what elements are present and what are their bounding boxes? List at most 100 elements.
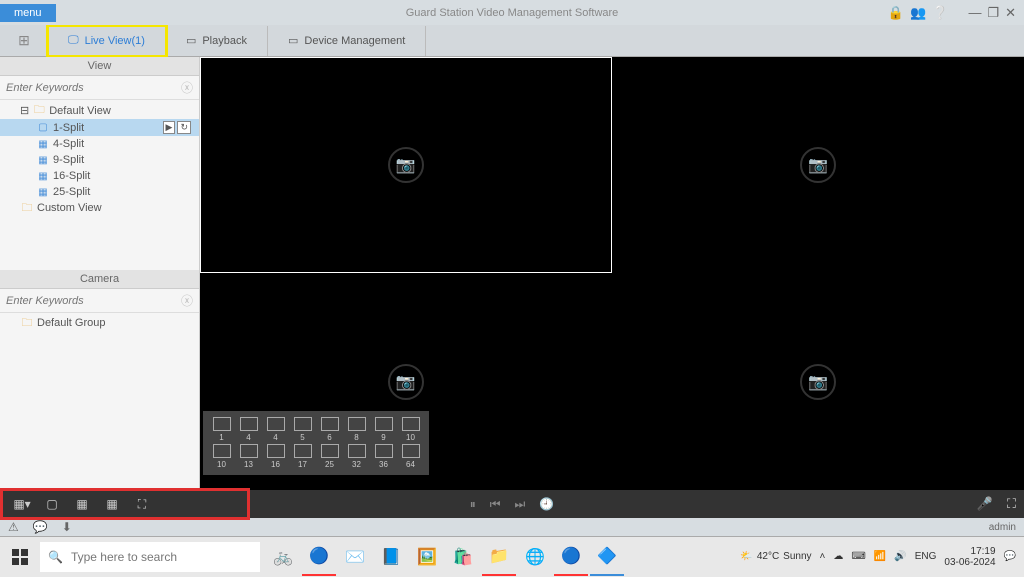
app-chrome[interactable]: 🔵 xyxy=(302,538,336,576)
tab-label: Device Management xyxy=(304,35,405,47)
playback-icon: ▭ xyxy=(186,34,196,47)
bottom-toolbar: ▦▾ ▢ ▦ ▦ ⛶ ⏸ ⏮ ⏭ 🕘 🎤 ⛶ xyxy=(0,490,1024,518)
row-actions: ▶ ↻ xyxy=(163,121,195,134)
next-icon[interactable]: ⏭ xyxy=(515,497,526,512)
prev-icon[interactable]: ⏮ xyxy=(490,497,501,512)
pause-icon[interactable]: ⏸ xyxy=(470,497,476,512)
expand-icon[interactable]: ⛶ xyxy=(1007,496,1016,512)
help-icon[interactable]: ❔ xyxy=(932,5,948,21)
layout-2x2-button[interactable]: ▦ xyxy=(67,493,97,515)
tab-device-management[interactable]: ▭ Device Management xyxy=(268,26,426,56)
notification-icon[interactable]: 💬 xyxy=(1004,551,1016,562)
layout-17[interactable]: 17 xyxy=(290,444,315,469)
folder-icon: 🗀 xyxy=(32,105,46,117)
video-pane-1[interactable]: 📷 xyxy=(200,57,612,273)
app-photos[interactable]: 🖼️ xyxy=(410,538,444,576)
clear-icon[interactable]: ⓧ xyxy=(181,292,193,309)
video-pane-2[interactable]: 📷 xyxy=(613,57,1024,273)
app-bike[interactable]: 🚲 xyxy=(266,538,300,576)
tree-label: 25-Split xyxy=(53,186,90,198)
app-mail[interactable]: ✉️ xyxy=(338,538,372,576)
close-icon[interactable]: ✕ xyxy=(1005,5,1016,21)
start-button[interactable] xyxy=(0,537,40,577)
users-icon[interactable]: 👥 xyxy=(910,5,926,21)
tree-label: Default Group xyxy=(37,317,105,329)
grid-icon: ▦ xyxy=(36,186,50,198)
layout-3x3-button[interactable]: ▦ xyxy=(97,493,127,515)
grid-icon: ▦ xyxy=(36,138,50,150)
view-panel-head: View xyxy=(0,57,199,76)
app-store[interactable]: 🛍️ xyxy=(446,538,480,576)
tree-label: Custom View xyxy=(37,202,102,214)
window-title: Guard Station Video Management Software xyxy=(406,7,619,19)
layout-8[interactable]: 8 xyxy=(344,417,369,442)
layout-4b[interactable]: 4 xyxy=(263,417,288,442)
taskbar-search[interactable]: 🔍 Type here to search xyxy=(40,542,260,572)
language-indicator[interactable]: ENG xyxy=(915,551,937,562)
volume-icon[interactable]: 🔊 xyxy=(894,551,906,562)
alert-icon[interactable]: ⚠ xyxy=(8,520,19,534)
tab-label: Playback xyxy=(202,35,247,47)
weather-cond: Sunny xyxy=(783,551,811,562)
view-tree: ⊟ 🗀 Default View ▢ 1-Split ▶ ↻ ▦ 4-Split xyxy=(0,100,199,218)
wifi-icon[interactable]: 📶 xyxy=(874,551,886,562)
fullscreen-button[interactable]: ⛶ xyxy=(127,493,157,515)
keyboard-icon[interactable]: ⌨ xyxy=(851,551,865,562)
layout-5[interactable]: 5 xyxy=(290,417,315,442)
clock-icon[interactable]: 🕘 xyxy=(539,497,554,512)
chat-icon[interactable]: 💬 xyxy=(33,520,48,534)
app-guard[interactable]: 🔷 xyxy=(590,538,624,576)
tab-playback[interactable]: ▭ Playback xyxy=(166,26,268,56)
layout-10b[interactable]: 10 xyxy=(209,444,234,469)
layout-4a[interactable]: 4 xyxy=(236,417,261,442)
home-icon[interactable]: ⊞ xyxy=(0,32,48,49)
video-pane-4[interactable]: 📷 xyxy=(613,274,1024,490)
status-bar: ⚠ 💬 ⬇ admin xyxy=(0,518,1024,536)
app-chrome2[interactable]: 🔵 xyxy=(554,538,588,576)
layout-1x1-button[interactable]: ▢ xyxy=(37,493,67,515)
tree-default-view[interactable]: ⊟ 🗀 Default View xyxy=(0,102,199,119)
tree-label: Default View xyxy=(49,105,111,117)
layout-36[interactable]: 36 xyxy=(371,444,396,469)
clear-icon[interactable]: ⓧ xyxy=(181,79,193,96)
menu-button[interactable]: menu xyxy=(0,4,56,22)
chevron-up-icon[interactable]: ˄ xyxy=(820,551,826,562)
mic-icon[interactable]: 🎤 xyxy=(977,496,993,512)
refresh-icon[interactable]: ↻ xyxy=(177,121,191,134)
layout-select-button[interactable]: ▦▾ xyxy=(7,493,37,515)
app-explorer[interactable]: 📁 xyxy=(482,538,516,576)
layout-9[interactable]: 9 xyxy=(371,417,396,442)
tree-16-split[interactable]: ▦ 16-Split xyxy=(0,168,199,184)
weather-widget[interactable]: 🌤️ 42°C Sunny xyxy=(740,551,811,562)
layout-10a[interactable]: 10 xyxy=(398,417,423,442)
layout-1[interactable]: 1 xyxy=(209,417,234,442)
layout-13[interactable]: 13 xyxy=(236,444,261,469)
maximize-icon[interactable]: ❐ xyxy=(987,5,999,21)
clock[interactable]: 17:19 03-06-2024 xyxy=(944,546,995,568)
tree-default-group[interactable]: 🗀 Default Group xyxy=(0,315,199,331)
search-placeholder: Type here to search xyxy=(71,550,177,564)
tab-live-view[interactable]: 🖵 Live View(1) xyxy=(48,26,166,56)
layout-16[interactable]: 16 xyxy=(263,444,288,469)
download-icon[interactable]: ⬇ xyxy=(62,520,72,534)
system-tray: 🌤️ 42°C Sunny ˄ ☁ ⌨ 📶 🔊 ENG 17:19 03-06-… xyxy=(740,546,1024,568)
app-edge[interactable]: 🌐 xyxy=(518,538,552,576)
tree-custom-view[interactable]: 🗀 Custom View xyxy=(0,200,199,216)
minimize-icon[interactable]: — xyxy=(968,5,981,20)
lock-icon[interactable]: 🔒 xyxy=(888,5,904,21)
play-icon[interactable]: ▶ xyxy=(163,121,176,134)
app-word[interactable]: 📘 xyxy=(374,538,408,576)
tree-4-split[interactable]: ▦ 4-Split xyxy=(0,136,199,152)
tree-label: 9-Split xyxy=(53,154,84,166)
view-search-input[interactable] xyxy=(6,82,181,94)
layout-6[interactable]: 6 xyxy=(317,417,342,442)
layout-25[interactable]: 25 xyxy=(317,444,342,469)
app-window: menu Guard Station Video Management Soft… xyxy=(0,0,1024,536)
tree-9-split[interactable]: ▦ 9-Split xyxy=(0,152,199,168)
layout-64[interactable]: 64 xyxy=(398,444,423,469)
camera-search-input[interactable] xyxy=(6,295,181,307)
layout-32[interactable]: 32 xyxy=(344,444,369,469)
toolbar-right: 🎤 ⛶ xyxy=(977,496,1016,512)
cloud-icon[interactable]: ☁ xyxy=(833,551,843,562)
tree-1-split[interactable]: ▢ 1-Split ▶ ↻ xyxy=(0,119,199,136)
